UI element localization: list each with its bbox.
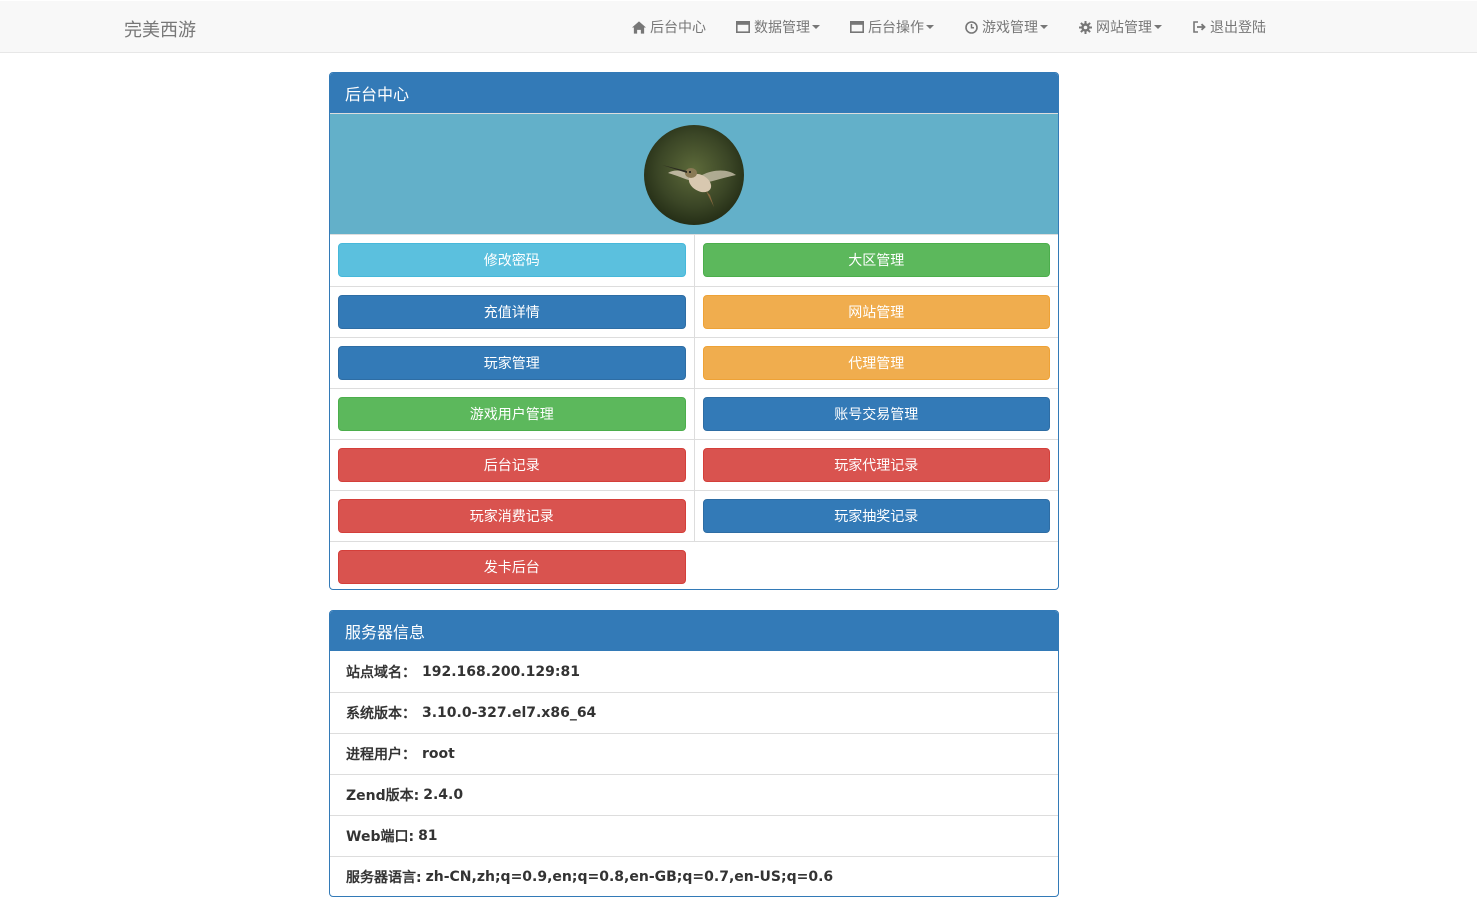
list-item: Zend版本: 2.4.0 — [330, 774, 1058, 815]
list-item: 进程用户： root — [330, 733, 1058, 774]
info-value: zh-CN,zh;q=0.9,en;q=0.8,en-GB;q=0.7,en-U… — [425, 869, 834, 885]
server-info-panel: 服务器信息 站点域名： 192.168.200.129:81 系统版本： 3.1… — [329, 610, 1059, 897]
chevron-down-icon — [926, 25, 934, 29]
recharge-details-button[interactable]: 充值详情 — [338, 294, 686, 329]
server-info-list: 站点域名： 192.168.200.129:81 系统版本： 3.10.0-32… — [330, 651, 1058, 896]
top-navbar: 完美西游 后台中心 数据管理 后台操作 游戏管理 网站管理 退出登陆 — [0, 1, 1477, 53]
panel-title: 后台中心 — [345, 85, 410, 104]
chevron-down-icon — [1040, 25, 1048, 29]
account-trade-management-button[interactable]: 账号交易管理 — [702, 396, 1050, 431]
info-label: 系统版本： — [346, 706, 416, 722]
nav-item-game-management[interactable]: 游戏管理 — [964, 1, 1055, 53]
window-icon — [850, 20, 864, 34]
site-management-button[interactable]: 网站管理 — [702, 294, 1050, 329]
nav-item-logout[interactable]: 退出登陆 — [1192, 1, 1273, 53]
list-item: 系统版本： 3.10.0-327.el7.x86_64 — [330, 692, 1058, 733]
panel-heading: 后台中心 — [330, 73, 1058, 113]
nav-item-admin-operations[interactable]: 后台操作 — [850, 1, 941, 53]
admin-center-panel: 后台中心 修改密码 大区管理 充值详情 网站管理 玩家管理 代理管理 游戏用户管… — [329, 72, 1059, 590]
list-item: 站点域名： 192.168.200.129:81 — [330, 651, 1058, 692]
nav-label: 数据管理 — [754, 20, 810, 36]
list-item: 服务器语言: zh-CN,zh;q=0.9,en;q=0.8,en-GB;q=0… — [330, 856, 1058, 896]
nav-label: 后台操作 — [868, 20, 924, 36]
nav-item-site-management[interactable]: 网站管理 — [1078, 1, 1169, 53]
list-item: Web端口: 81 — [330, 815, 1058, 856]
nav-label: 退出登陆 — [1210, 20, 1266, 36]
info-label: Zend版本: — [346, 788, 420, 804]
card-issuing-admin-button[interactable]: 发卡后台 — [338, 549, 686, 584]
change-password-button[interactable]: 修改密码 — [338, 243, 686, 278]
admin-log-button[interactable]: 后台记录 — [338, 447, 686, 482]
action-button-grid: 修改密码 大区管理 充值详情 网站管理 玩家管理 代理管理 游戏用户管理 账号交… — [330, 235, 1058, 589]
player-spending-log-button[interactable]: 玩家消费记录 — [338, 498, 686, 533]
player-agent-log-button[interactable]: 玩家代理记录 — [702, 447, 1050, 482]
nav-item-data-management[interactable]: 数据管理 — [736, 1, 827, 53]
nav-label: 后台中心 — [650, 20, 706, 36]
agent-management-button[interactable]: 代理管理 — [702, 345, 1050, 380]
info-label: 站点域名： — [346, 664, 416, 681]
window-icon — [736, 20, 750, 34]
chevron-down-icon — [1154, 25, 1162, 29]
nav-label: 网站管理 — [1096, 20, 1152, 36]
info-label: Web端口: — [346, 829, 415, 845]
avatar-banner — [330, 113, 1058, 235]
chevron-down-icon — [812, 25, 820, 29]
player-management-button[interactable]: 玩家管理 — [338, 345, 686, 380]
brand-title[interactable]: 完美西游 — [124, 16, 196, 42]
logout-icon — [1192, 20, 1206, 34]
info-value: 81 — [418, 828, 438, 844]
gear-icon — [1078, 20, 1092, 34]
info-value: 192.168.200.129:81 — [422, 663, 580, 680]
main-nav: 后台中心 数据管理 后台操作 游戏管理 网站管理 退出登陆 — [632, 1, 1273, 53]
info-value: 2.4.0 — [423, 787, 464, 803]
home-icon — [632, 20, 646, 34]
nav-label: 游戏管理 — [982, 20, 1038, 36]
info-label: 进程用户： — [346, 747, 416, 763]
info-value: root — [422, 746, 455, 762]
avatar — [644, 125, 744, 225]
player-lottery-log-button[interactable]: 玩家抽奖记录 — [702, 498, 1050, 533]
empty-cell — [694, 540, 1058, 589]
nav-item-admin-center[interactable]: 后台中心 — [632, 1, 713, 53]
info-value: 3.10.0-327.el7.x86_64 — [422, 705, 597, 721]
region-management-button[interactable]: 大区管理 — [702, 243, 1050, 278]
clock-icon — [964, 20, 978, 34]
info-label: 服务器语言: — [346, 870, 422, 886]
panel-heading: 服务器信息 — [330, 611, 1058, 651]
game-user-management-button[interactable]: 游戏用户管理 — [338, 396, 686, 431]
panel-title: 服务器信息 — [345, 623, 426, 642]
